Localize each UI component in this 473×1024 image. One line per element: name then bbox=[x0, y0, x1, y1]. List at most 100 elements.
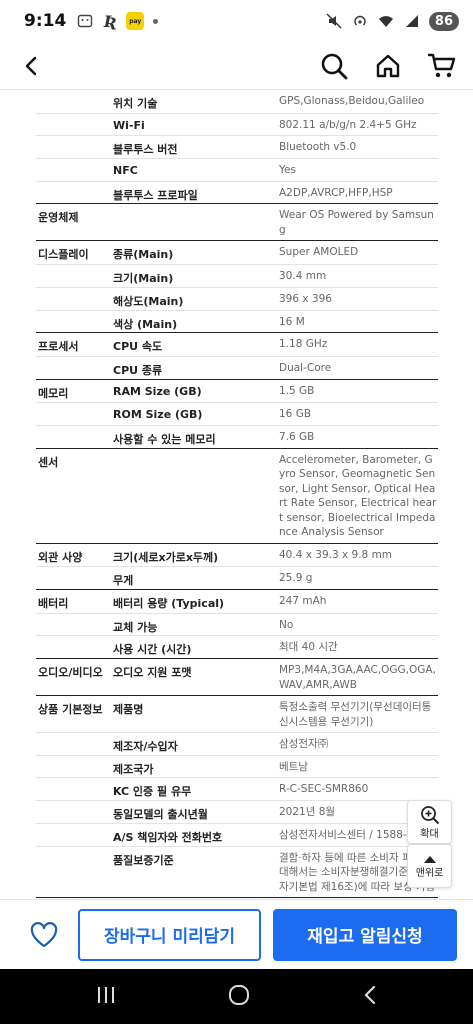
home-button[interactable] bbox=[373, 51, 403, 81]
navigation-bar bbox=[0, 969, 473, 1024]
spec-row: 제조자/수입자 삼성전자㈜ bbox=[36, 732, 438, 755]
spec-label: 블루투스 버전 bbox=[113, 143, 178, 157]
wifi-icon bbox=[377, 12, 395, 30]
search-button[interactable] bbox=[319, 51, 349, 81]
back-button[interactable] bbox=[16, 51, 46, 81]
spec-value: Yes bbox=[279, 164, 296, 177]
restock-alert-button[interactable]: 재입고 알림신청 bbox=[273, 908, 457, 961]
spec-row: 위치 기술 GPS,Glonass,Beidou,Galileo bbox=[36, 90, 438, 113]
cart-icon bbox=[428, 53, 456, 77]
scroll-top-button[interactable]: 맨위로 bbox=[407, 844, 452, 888]
spec-label bbox=[113, 449, 279, 454]
spec-row: KC 인증 필 유무 R-C-SEC-SMR860 bbox=[36, 777, 438, 800]
spec-label: 제조자/수입자 bbox=[113, 740, 178, 754]
spec-group-name: 배터리 bbox=[38, 597, 69, 610]
recent-apps-button[interactable] bbox=[95, 985, 117, 1009]
spec-value: 베트남 bbox=[279, 760, 308, 773]
spec-value: 최대 40 시간 bbox=[279, 641, 338, 654]
spec-label: 제조국가 bbox=[113, 762, 154, 776]
spec-label bbox=[113, 204, 279, 209]
battery-indicator: 86 bbox=[428, 11, 459, 31]
status-time: 9:14 bbox=[24, 11, 67, 31]
spec-group-name: 프로세서 bbox=[38, 340, 79, 354]
spec-row: 색상 (Main) 16 M bbox=[36, 309, 438, 333]
spec-group-name bbox=[36, 265, 113, 270]
spec-group-name: 센서 bbox=[38, 455, 59, 469]
spec-group: 운영체제 Wear OS Powered by Samsung bbox=[36, 204, 438, 242]
signal-icon bbox=[403, 12, 421, 30]
cart-button[interactable] bbox=[427, 51, 457, 81]
spec-group-name: 메모리 bbox=[38, 386, 69, 400]
spec-group-name bbox=[36, 733, 113, 738]
heart-icon bbox=[30, 921, 58, 947]
spec-row: 크기(Main) 30.4 mm bbox=[36, 264, 438, 287]
spec-label: CPU 속도 bbox=[113, 340, 163, 354]
spec-group-name bbox=[36, 756, 113, 761]
spec-label: 종류(Main) bbox=[113, 248, 174, 262]
spec-row: Wi-Fi 802.11 a/b/g/n 2.4+5 GHz bbox=[36, 112, 438, 136]
spec-label: 무게 bbox=[113, 574, 134, 588]
home-nav-button[interactable] bbox=[227, 983, 251, 1011]
back-nav-button[interactable] bbox=[362, 984, 378, 1010]
app-header bbox=[0, 42, 473, 90]
spec-value: 7.6 GB bbox=[279, 430, 315, 443]
spec-value: 1.18 GHz bbox=[279, 338, 328, 351]
spec-row: A/S 책임자와 전화번호 삼성전자서비스센터 / 1588-3366 bbox=[36, 822, 438, 846]
gallery-notification-icon bbox=[76, 12, 94, 30]
spec-value: GPS,Glonass,Beidou,Galileo bbox=[279, 95, 425, 107]
home-icon bbox=[376, 54, 400, 77]
spec-group-name bbox=[36, 801, 113, 806]
spec-label: 색상 (Main) bbox=[113, 317, 178, 331]
spec-group: 위치 기술 GPS,Glonass,Beidou,Galileo Wi-Fi 802.… bbox=[36, 90, 438, 205]
spec-row: 운영체제 Wear OS Powered by Samsung bbox=[36, 204, 438, 240]
spec-label: 크기(세로x가로x두께) bbox=[113, 550, 219, 564]
spec-value: Wear OS Powered by Samsung bbox=[279, 209, 434, 236]
spec-value: A2DP,AVRCP,HFP,HSP bbox=[279, 186, 393, 199]
spec-label: 배터리 용량 (Typical) bbox=[113, 597, 225, 610]
more-notifications-dot bbox=[153, 18, 159, 24]
spec-group-name bbox=[36, 426, 113, 431]
spec-group-name: 외관 사양 bbox=[38, 550, 83, 564]
spec-value: 30.4 mm bbox=[279, 270, 327, 283]
spec-group-name bbox=[36, 778, 113, 783]
spec-group-name bbox=[36, 403, 113, 408]
spec-group-name bbox=[36, 614, 113, 619]
spec-label: 크기(Main) bbox=[113, 272, 174, 286]
zoom-label: 확대 bbox=[420, 828, 439, 840]
spec-group-name bbox=[36, 847, 113, 852]
spec-value: R-C-SEC-SMR860 bbox=[279, 783, 369, 796]
spec-group-name bbox=[36, 824, 113, 829]
spec-row: 사용 시간 (시간) 최대 40 시간 bbox=[36, 635, 438, 658]
spec-value: 16 GB bbox=[279, 408, 312, 421]
spec-label: NFC bbox=[113, 164, 138, 178]
spec-value: 40.4 x 39.3 x 9.8 mm bbox=[279, 548, 393, 561]
spec-value: 396 x 396 bbox=[279, 292, 332, 305]
spec-row: 프로세서 CPU 속도 1.18 GHz bbox=[36, 333, 438, 356]
mute-icon bbox=[325, 12, 343, 30]
chevron-up-icon bbox=[423, 855, 436, 863]
notification-icons: Ʀ pay bbox=[76, 12, 159, 31]
spec-value: Dual-Core bbox=[279, 361, 332, 374]
spec-group: 상품 기본정보 제품명 특정소출력 무선기기(무선데이터통신시스템용 무선기기) 제조… bbox=[36, 696, 438, 898]
spec-group-name: 상품 기본정보 bbox=[38, 703, 103, 717]
spec-value: Bluetooth v5.0 bbox=[279, 141, 357, 154]
spec-group-name bbox=[36, 114, 113, 119]
spec-group: 메모리 RAM Size (GB) 1.5 GB ROM Size (GB) 16 GB… bbox=[36, 380, 438, 449]
spec-row: 메모리 RAM Size (GB) 1.5 GB bbox=[36, 380, 438, 403]
spec-value: 25.9 g bbox=[279, 572, 313, 585]
zoom-in-icon bbox=[420, 805, 439, 824]
spec-group: 프로세서 CPU 속도 1.18 GHz CPU 종류 Dual-Core bbox=[36, 333, 438, 380]
spec-group-name: 오디오/비디오 bbox=[38, 666, 103, 680]
spec-group-name bbox=[36, 636, 113, 641]
spec-value: 1.5 GB bbox=[279, 384, 315, 397]
spec-row: 센서 Accelerometer, Barometer, Gyro Sensor,… bbox=[36, 449, 438, 543]
spec-row: 해상도(Main) 396 x 396 bbox=[36, 286, 438, 310]
spec-label: 블루투스 프로파일 bbox=[113, 188, 198, 202]
spec-row: 배터리 배터리 용량 (Typical) 247 mAh bbox=[36, 590, 438, 613]
pre-cart-button[interactable]: 장바구니 미리담기 bbox=[78, 908, 261, 961]
wishlist-button[interactable] bbox=[22, 913, 66, 957]
pay-notification-icon: pay bbox=[126, 12, 145, 30]
spec-group-name: 디스플레이 bbox=[38, 248, 89, 262]
zoom-button[interactable]: 확대 bbox=[407, 800, 452, 844]
spec-value: 삼성전자㈜ bbox=[279, 738, 329, 751]
